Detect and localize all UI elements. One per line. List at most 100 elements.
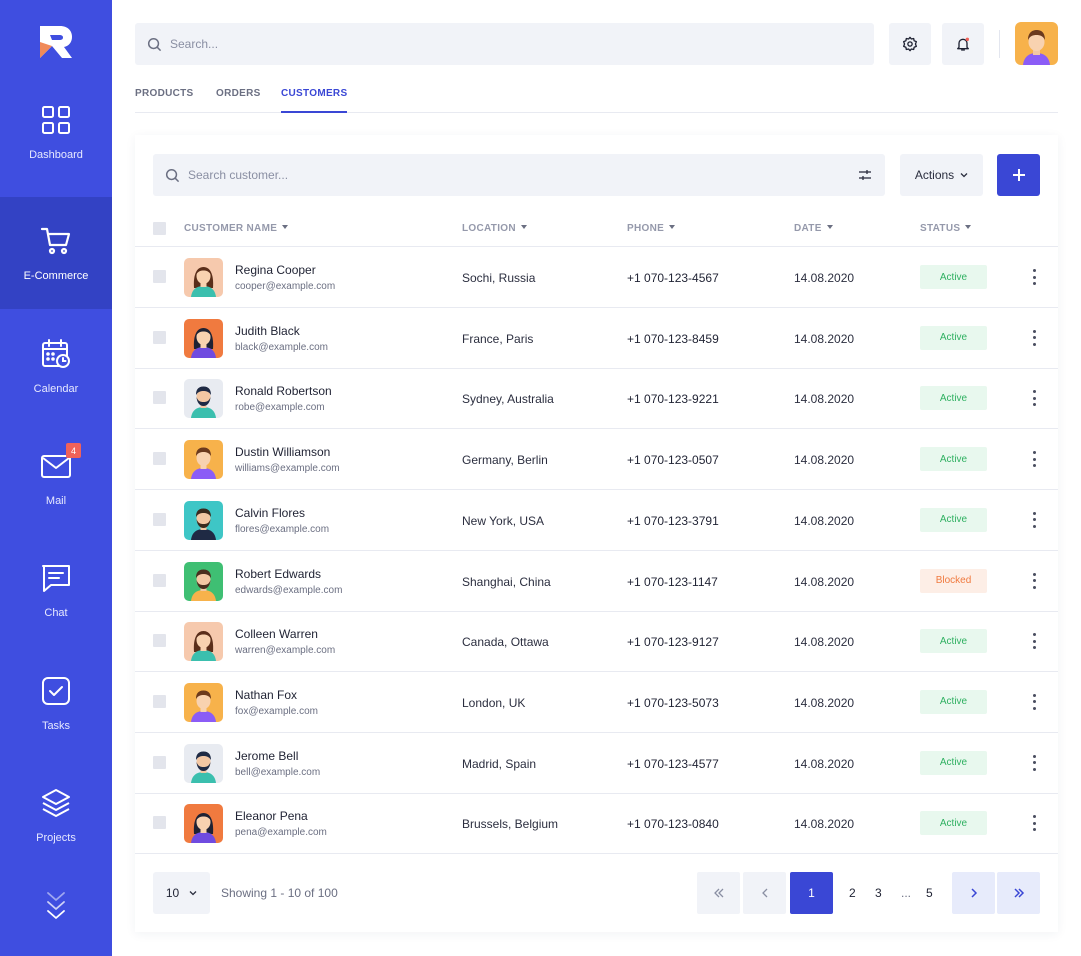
row-checkbox[interactable] [153, 391, 166, 405]
customer-search-input[interactable] [188, 168, 828, 182]
page-button[interactable]: 2 [849, 886, 856, 900]
table-row[interactable]: Jerome Bell bell@example.com Madrid, Spain… [135, 733, 1058, 794]
customer-email: black@example.com [235, 341, 328, 353]
customer-name[interactable]: Dustin Williamson [235, 445, 330, 459]
logo-icon[interactable] [38, 24, 74, 60]
chevrons-down-icon[interactable] [44, 890, 68, 924]
column-header-phone[interactable]: PHONE [627, 223, 676, 234]
sidebar-item-e-commerce[interactable]: E-Commerce [0, 197, 112, 309]
column-header-date[interactable]: DATE [794, 223, 833, 234]
row-checkbox[interactable] [153, 270, 166, 283]
more-options-icon[interactable] [1028, 631, 1040, 651]
customer-name[interactable]: Regina Cooper [235, 263, 316, 277]
customer-email: flores@example.com [235, 523, 330, 535]
notifications-button[interactable] [942, 23, 984, 65]
row-checkbox[interactable] [153, 634, 166, 648]
next-page-button[interactable] [952, 872, 995, 914]
customer-email: bell@example.com [235, 766, 321, 778]
more-options-icon[interactable] [1028, 449, 1040, 469]
row-checkbox[interactable] [153, 330, 166, 344]
row-checkbox[interactable] [153, 573, 166, 587]
more-options-icon[interactable] [1028, 388, 1040, 408]
customer-name[interactable]: Robert Edwards [235, 567, 321, 581]
sidebar-item-dashboard[interactable]: Dashboard [0, 76, 112, 188]
customer-location: Sydney, Australia [462, 392, 554, 407]
filter-sliders-icon[interactable] [857, 167, 873, 183]
select-all-checkbox[interactable] [153, 222, 166, 235]
row-checkbox[interactable] [153, 816, 166, 830]
more-options-icon[interactable] [1028, 267, 1040, 287]
more-options-icon[interactable] [1028, 571, 1040, 591]
table-row[interactable]: Robert Edwards edwards@example.com Shangha… [135, 551, 1058, 612]
customer-avatar [184, 258, 223, 297]
customer-email: robe@example.com [235, 402, 325, 414]
more-options-icon[interactable] [1028, 813, 1040, 833]
actions-dropdown[interactable]: Actions [900, 154, 983, 196]
user-avatar[interactable] [1015, 22, 1058, 65]
sidebar-item-chat[interactable]: Chat [0, 534, 112, 646]
layers-icon [39, 786, 73, 820]
page-button[interactable]: 5 [926, 886, 933, 900]
customer-date: 14.08.2020 [794, 513, 855, 528]
customer-name[interactable]: Jerome Bell [235, 749, 298, 763]
table-row[interactable]: Ronald Robertson robe@example.com Sydney, … [135, 368, 1058, 430]
more-options-icon[interactable] [1028, 328, 1040, 348]
chevron-left-icon [761, 888, 767, 898]
last-page-button[interactable] [997, 872, 1040, 914]
column-header-status[interactable]: STATUS [920, 223, 972, 234]
first-page-button[interactable] [697, 872, 740, 914]
page-ellipsis: ... [901, 886, 912, 900]
customer-name[interactable]: Calvin Flores [235, 506, 305, 520]
tab-orders[interactable]: ORDERS [216, 88, 261, 111]
more-options-icon[interactable] [1028, 692, 1040, 712]
page-button[interactable]: 3 [875, 886, 882, 900]
tab-products[interactable]: PRODUCTS [135, 88, 194, 111]
sidebar-item-mail[interactable]: 4 Mail [0, 422, 112, 534]
customer-name[interactable]: Ronald Robertson [235, 384, 332, 398]
add-customer-button[interactable] [997, 154, 1040, 196]
customer-name[interactable]: Nathan Fox [235, 688, 297, 702]
row-checkbox[interactable] [153, 512, 166, 526]
customer-location: New York, USA [462, 513, 545, 528]
prev-page-button[interactable] [743, 872, 786, 914]
table-row[interactable]: Eleanor Pena pena@example.com Brussels, Be… [135, 793, 1058, 855]
customer-date: 14.08.2020 [794, 392, 855, 407]
tab-customers[interactable]: CUSTOMERS [281, 88, 348, 113]
mail-count-badge: 4 [66, 443, 81, 458]
customer-name[interactable]: Colleen Warren [235, 627, 318, 641]
table-row[interactable]: Nathan Fox fox@example.com London, UK +1 07… [135, 672, 1058, 733]
table-row[interactable]: Calvin Flores flores@example.com New York,… [135, 490, 1058, 551]
table-row[interactable]: Regina Cooper cooper@example.com Sochi, Ru… [135, 247, 1058, 308]
settings-button[interactable] [889, 23, 931, 65]
per-page-value: 10 [165, 886, 180, 900]
double-chevron-right-icon [1013, 888, 1024, 898]
global-search-input[interactable] [170, 37, 770, 51]
row-checkbox[interactable] [153, 452, 166, 466]
status-badge: Blocked [920, 568, 987, 593]
row-checkbox[interactable] [153, 755, 166, 769]
column-header-label: CUSTOMER NAME [184, 223, 278, 234]
page-button-current[interactable]: 1 [790, 872, 833, 914]
table-row[interactable]: Judith Black black@example.com France, Par… [135, 308, 1058, 369]
customer-name[interactable]: Judith Black [235, 324, 300, 338]
double-chevron-left-icon [713, 888, 723, 898]
customer-date: 14.08.2020 [794, 695, 855, 710]
more-options-icon[interactable] [1028, 510, 1040, 530]
search-icon [147, 37, 162, 51]
status-badge: Active [920, 750, 987, 775]
column-header-location[interactable]: LOCATION [462, 223, 527, 234]
sidebar-item-projects[interactable]: Projects [0, 759, 112, 871]
column-header-label: DATE [794, 223, 822, 234]
more-options-icon[interactable] [1028, 753, 1040, 773]
table-row[interactable]: Dustin Williamson williams@example.com Ger… [135, 429, 1058, 491]
row-checkbox[interactable] [153, 694, 166, 708]
sidebar-item-calendar[interactable]: Calendar [0, 310, 112, 422]
sidebar-item-tasks[interactable]: Tasks [0, 647, 112, 759]
global-search [135, 23, 874, 65]
per-page-select[interactable]: 10 [153, 872, 210, 914]
customer-phone: +1 070-123-1147 [627, 574, 718, 589]
customer-name[interactable]: Eleanor Pena [235, 809, 308, 823]
column-header-name[interactable]: CUSTOMER NAME [184, 223, 289, 234]
table-row[interactable]: Colleen Warren warren@example.com Canada, … [135, 611, 1058, 673]
plus-icon [1012, 169, 1025, 181]
